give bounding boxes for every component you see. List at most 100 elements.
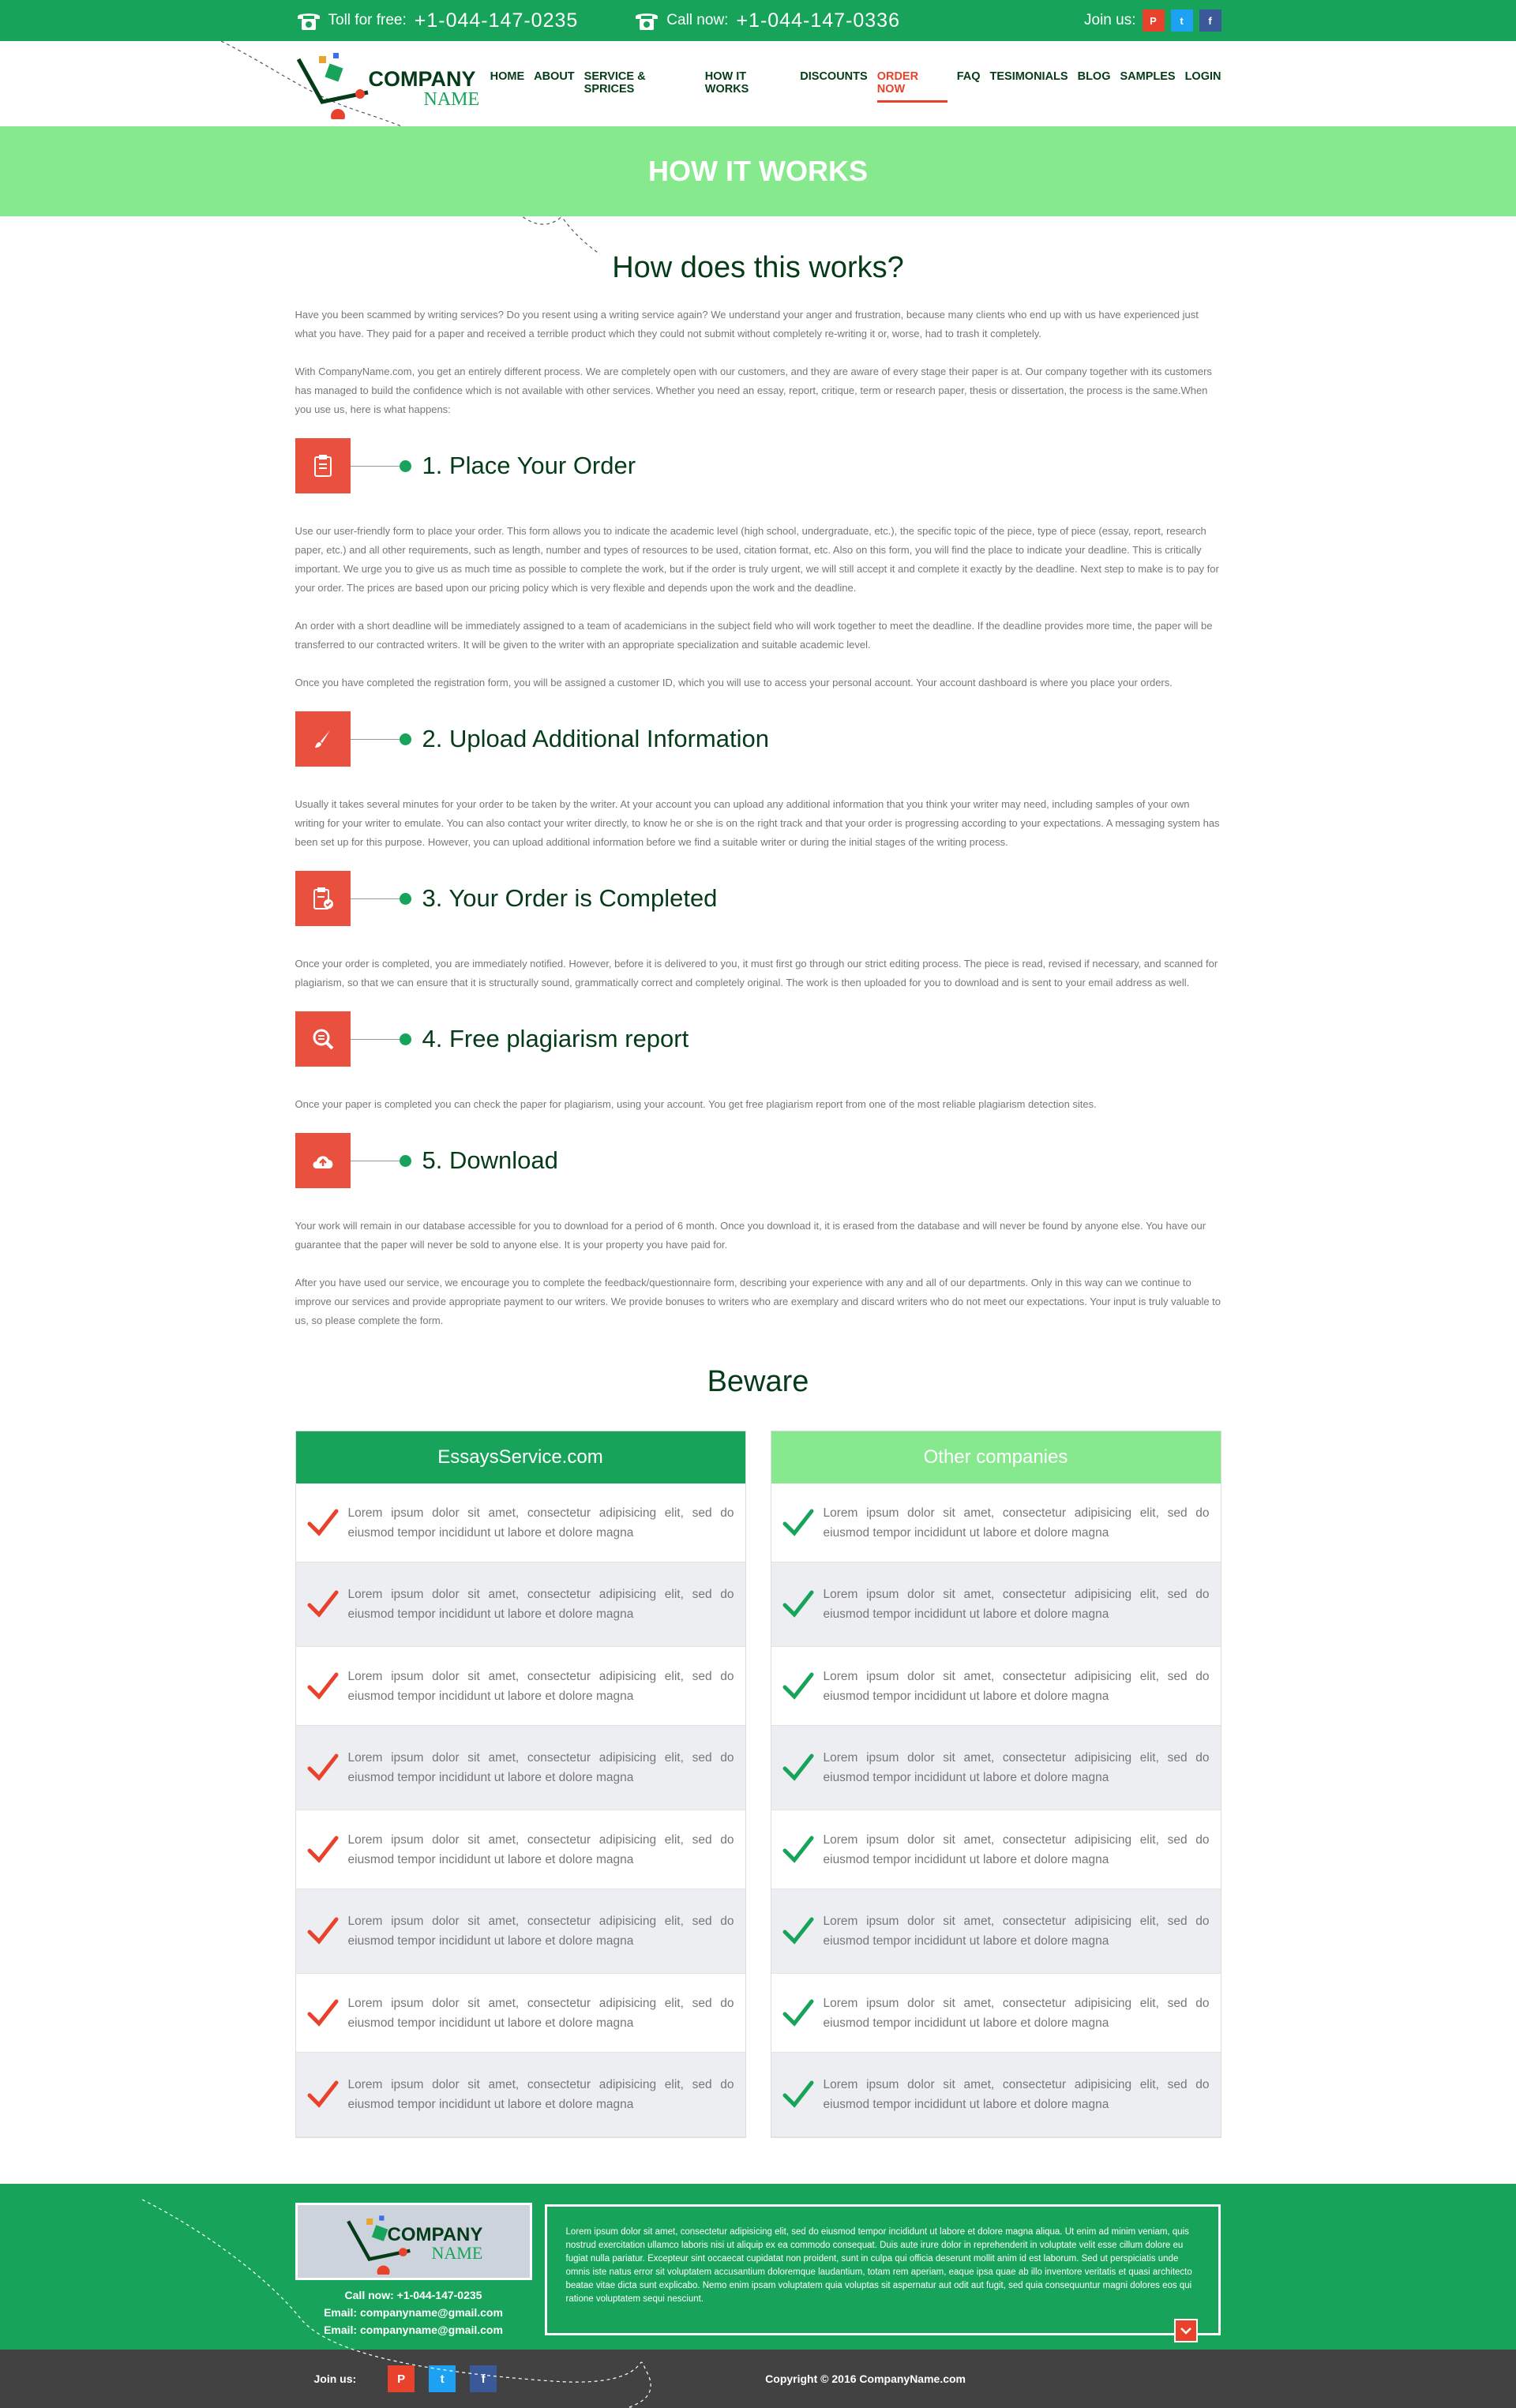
nav-order-now[interactable]: ORDER NOW <box>876 66 948 103</box>
check-icon <box>782 1590 813 1618</box>
step-title: 3. Your Order is Completed <box>422 884 718 912</box>
cloud-upload-icon <box>295 1133 351 1188</box>
nav-discounts[interactable]: DISCOUNTS <box>800 66 867 103</box>
facebook-icon[interactable]: f <box>470 2365 497 2392</box>
left-row: Lorem ipsum dolor sit amet, consectetur … <box>295 1483 745 1562</box>
check-icon <box>307 1509 338 1536</box>
left-row: Lorem ipsum dolor sit amet, consectetur … <box>295 1726 745 1810</box>
step-paragraph: Use our user-friendly form to place your… <box>295 525 1219 594</box>
footer-text: Lorem ipsum dolor sit amet, consectetur … <box>565 2227 1192 2304</box>
callnow-label: Call now: <box>666 12 729 28</box>
nav-how-it-works[interactable]: HOW IT WORKS <box>705 66 791 103</box>
check-icon <box>307 2080 338 2108</box>
footer-logo-line1: COMPANY <box>387 2224 483 2245</box>
right-column: Other companies Lorem ipsum dolor sit am… <box>770 1431 1221 2138</box>
nav-login[interactable]: LOGIN <box>1185 66 1221 103</box>
row-text: Lorem ipsum dolor sit amet, consectetur … <box>347 2078 734 2111</box>
row-text: Lorem ipsum dolor sit amet, consectetur … <box>823 1832 1210 1866</box>
check-icon <box>782 1753 813 1781</box>
check-icon <box>307 1590 338 1618</box>
nav-about[interactable]: ABOUT <box>534 66 575 103</box>
twitter-icon[interactable]: t <box>1170 9 1193 32</box>
tollfree-label: Toll for free: <box>328 12 407 28</box>
step-header: 4. Free plagiarism report <box>295 1011 1221 1067</box>
left-row: Lorem ipsum dolor sit amet, consectetur … <box>295 2053 745 2137</box>
footer: COMPANY NAME Call now: +1-044-147-0235 E… <box>0 2184 1516 2408</box>
footer-contact: Call now: +1-044-147-0235 Email: company… <box>295 2286 532 2339</box>
header: COMPANY NAME HOME ABOUT SERVICE & SPRICES… <box>0 41 1516 254</box>
check-icon <box>307 1917 338 1945</box>
step-title: 2. Upload Additional Information <box>422 725 769 752</box>
nav-blog[interactable]: BLOG <box>1078 66 1111 103</box>
check-icon <box>307 1672 338 1700</box>
tollfree-number[interactable]: +1-044-147-0235 <box>415 9 579 32</box>
nav-samples[interactable]: SAMPLES <box>1120 66 1175 103</box>
nav-testimonials[interactable]: TESIMONIALS <box>990 66 1068 103</box>
step-paragraph: An order with a short deadline will be i… <box>295 620 1213 651</box>
row-text: Lorem ipsum dolor sit amet, consectetur … <box>823 1588 1210 1621</box>
phone-icon <box>636 13 659 30</box>
chevron-down-icon[interactable] <box>1173 2319 1198 2342</box>
tollfree-phone: Toll for free: +1-044-147-0235 <box>295 9 579 32</box>
clipboard-check-icon <box>295 871 351 926</box>
check-icon <box>782 1672 813 1700</box>
right-row: Lorem ipsum dolor sit amet, consectetur … <box>771 1483 1221 1562</box>
row-text: Lorem ipsum dolor sit amet, consectetur … <box>347 1996 734 2030</box>
step-header: 3. Your Order is Completed <box>295 871 1221 926</box>
row-text: Lorem ipsum dolor sit amet, consectetur … <box>823 1996 1210 2030</box>
right-row: Lorem ipsum dolor sit amet, consectetur … <box>771 2053 1221 2137</box>
footer-email[interactable]: Email: companyname@gmail.com <box>295 2321 532 2339</box>
main-content: How does this works? Have you been scamm… <box>295 251 1221 2138</box>
join-label: Join us: <box>1084 12 1136 28</box>
top-bar: Toll for free: +1-044-147-0235 Call now:… <box>0 0 1516 41</box>
page-title: HOW IT WORKS <box>648 155 868 187</box>
right-row: Lorem ipsum dolor sit amet, consectetur … <box>771 1889 1221 1974</box>
right-row: Lorem ipsum dolor sit amet, consectetur … <box>771 1974 1221 2053</box>
pinterest-icon[interactable]: P <box>1142 9 1165 32</box>
check-icon <box>307 1836 338 1863</box>
page-hero: HOW IT WORKS <box>0 126 1516 216</box>
step-header: 1. Place Your Order <box>295 438 1221 493</box>
right-row: Lorem ipsum dolor sit amet, consectetur … <box>771 1647 1221 1726</box>
search-doc-icon <box>295 1011 351 1067</box>
row-text: Lorem ipsum dolor sit amet, consectetur … <box>347 1669 734 1703</box>
clipboard-icon <box>295 438 351 493</box>
logo-line1: COMPANY <box>368 67 476 91</box>
step-title: 4. Free plagiarism report <box>422 1025 689 1052</box>
facebook-icon[interactable]: f <box>1199 9 1221 32</box>
left-column: EssaysService.com Lorem ipsum dolor sit … <box>295 1431 746 2138</box>
step-title: 1. Place Your Order <box>422 452 636 479</box>
row-text: Lorem ipsum dolor sit amet, consectetur … <box>823 1669 1210 1703</box>
nav-faq[interactable]: FAQ <box>957 66 981 103</box>
social-join: Join us: P t f <box>1084 9 1221 32</box>
company-logo[interactable]: COMPANY NAME <box>295 48 490 119</box>
callnow-number[interactable]: +1-044-147-0336 <box>736 9 900 32</box>
pinterest-icon[interactable]: P <box>388 2365 415 2392</box>
copyright: Copyright © 2016 CompanyName.com <box>765 2372 966 2385</box>
footer-email[interactable]: Email: companyname@gmail.com <box>295 2304 532 2321</box>
footer-logo-line2: NAME <box>431 2243 483 2263</box>
footer-phone[interactable]: Call now: +1-044-147-0235 <box>295 2286 532 2304</box>
step-paragraph: Once your paper is completed you can che… <box>295 1098 1097 1110</box>
row-text: Lorem ipsum dolor sit amet, consectetur … <box>347 1915 734 1948</box>
step-paragraph: Your work will remain in our database ac… <box>295 1220 1206 1251</box>
brush-icon <box>295 711 351 767</box>
row-text: Lorem ipsum dolor sit amet, consectetur … <box>347 1832 734 1866</box>
row-text: Lorem ipsum dolor sit amet, consectetur … <box>347 1588 734 1621</box>
left-row: Lorem ipsum dolor sit amet, consectetur … <box>295 1810 745 1889</box>
step-paragraph: After you have used our service, we enco… <box>295 1277 1221 1326</box>
step-header: 5. Download <box>295 1133 1221 1188</box>
footer-logo[interactable]: COMPANY NAME <box>295 2203 532 2280</box>
twitter-icon[interactable]: t <box>429 2365 456 2392</box>
row-text: Lorem ipsum dolor sit amet, consectetur … <box>823 1751 1210 1784</box>
main-nav: HOME ABOUT SERVICE & SPRICES HOW IT WORK… <box>490 66 1221 103</box>
step-header: 2. Upload Additional Information <box>295 711 1221 767</box>
check-icon <box>307 1753 338 1781</box>
nav-services[interactable]: SERVICE & SPRICES <box>584 66 696 103</box>
check-icon <box>782 2080 813 2108</box>
check-icon <box>782 1509 813 1536</box>
nav-home[interactable]: HOME <box>490 66 525 103</box>
check-icon <box>782 1999 813 2027</box>
right-row: Lorem ipsum dolor sit amet, consectetur … <box>771 1562 1221 1647</box>
logo-mark-icon <box>296 53 369 119</box>
